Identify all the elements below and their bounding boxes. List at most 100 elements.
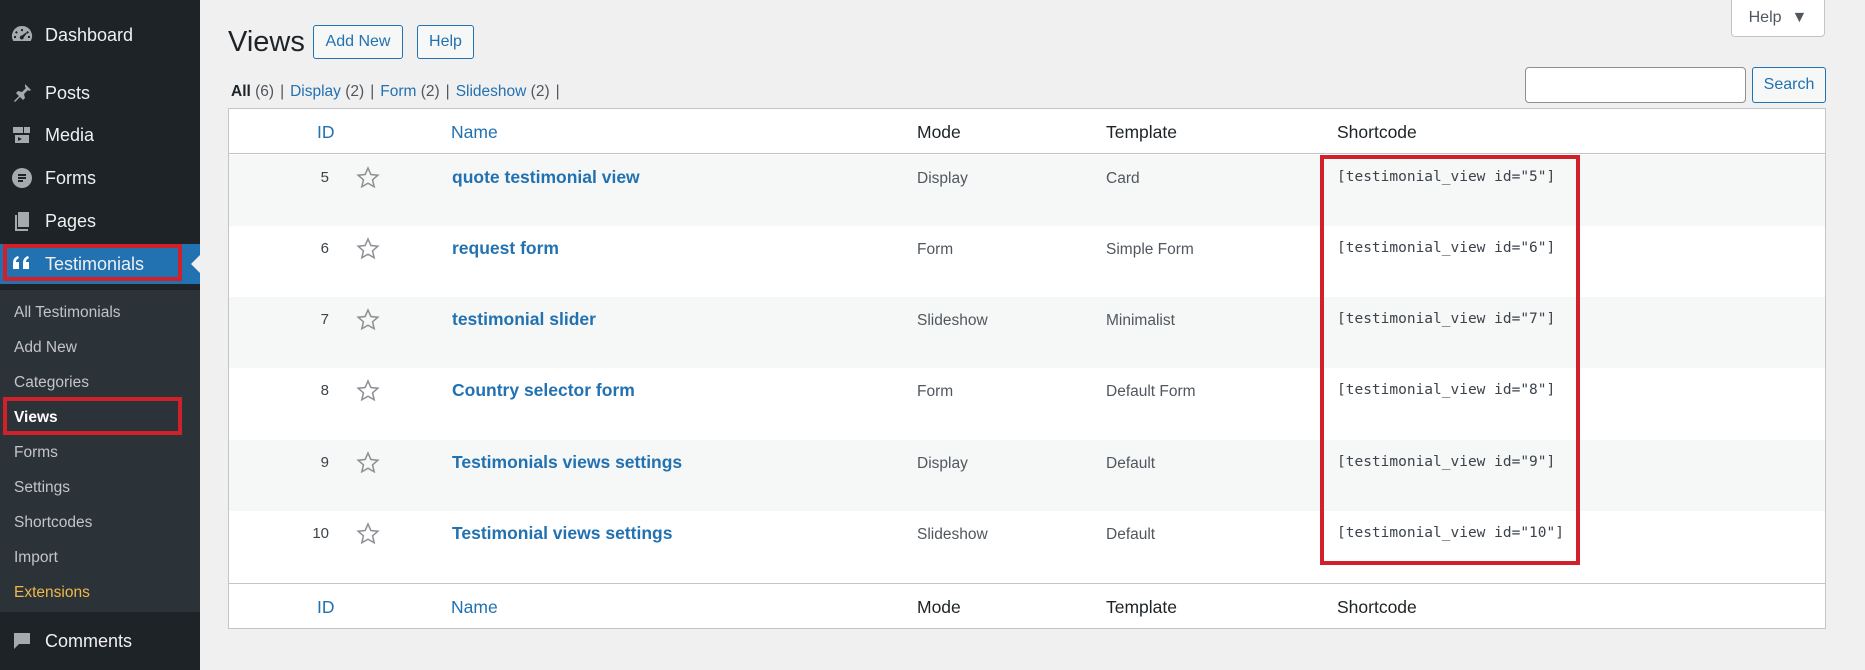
filter-form[interactable]: Form (2): [380, 83, 439, 100]
view-name-link[interactable]: Country selector form: [452, 380, 635, 401]
search-button[interactable]: Search: [1752, 67, 1826, 103]
help-tab-label: Help: [1748, 9, 1782, 26]
menu-posts[interactable]: Posts: [0, 73, 200, 113]
filter-display[interactable]: Display (2): [290, 83, 364, 100]
row-shortcode[interactable]: [testimonial_view id="6"]: [1337, 240, 1555, 256]
footer-column-id[interactable]: ID: [317, 597, 335, 618]
row-id: 5: [320, 169, 329, 186]
column-mode: Mode: [917, 122, 961, 142]
menu-media[interactable]: Media: [0, 115, 200, 155]
submenu-views[interactable]: Views: [14, 409, 58, 427]
table-row: 5 quote testimonial view Display Card [t…: [229, 155, 1825, 226]
filter-separator: |: [555, 83, 560, 100]
row-template: Default: [1106, 526, 1156, 543]
table-header: ID Name Mode Template Shortcode: [229, 109, 1825, 154]
menu-comments[interactable]: Comments: [0, 621, 200, 661]
footer-column-name[interactable]: Name: [451, 597, 498, 618]
help-button[interactable]: Help: [417, 25, 474, 59]
table-row: 9 Testimonials views settings Display De…: [229, 440, 1825, 511]
view-name-link[interactable]: Testimonials views settings: [452, 452, 682, 473]
submenu-add-new[interactable]: Add New: [14, 339, 77, 357]
star-icon[interactable]: [355, 165, 381, 191]
quote-icon: [10, 252, 34, 276]
help-tab[interactable]: Help ▼: [1731, 0, 1825, 37]
row-template: Simple Form: [1106, 241, 1194, 258]
menu-pages-label: Pages: [45, 210, 97, 231]
row-shortcode[interactable]: [testimonial_view id="5"]: [1337, 169, 1555, 185]
menu-forms[interactable]: Forms: [0, 158, 200, 198]
submenu-extensions[interactable]: Extensions: [14, 584, 90, 602]
menu-pages[interactable]: Pages: [0, 201, 200, 241]
submenu-forms[interactable]: Forms: [14, 444, 58, 462]
menu-forms-label: Forms: [45, 167, 96, 188]
row-template: Default: [1106, 455, 1156, 472]
view-name-link[interactable]: quote testimonial view: [452, 167, 640, 188]
row-shortcode[interactable]: [testimonial_view id="9"]: [1337, 454, 1555, 470]
footer-column-template: Template: [1106, 597, 1178, 617]
row-mode: Form: [917, 383, 954, 400]
menu-posts-label: Posts: [45, 82, 91, 103]
pages-icon: [10, 209, 34, 233]
row-id: 9: [320, 454, 329, 471]
column-id[interactable]: ID: [317, 122, 335, 143]
row-shortcode[interactable]: [testimonial_view id="10"]: [1337, 525, 1564, 541]
comment-icon: [10, 629, 34, 653]
row-shortcode[interactable]: [testimonial_view id="8"]: [1337, 382, 1555, 398]
view-name-link[interactable]: testimonial slider: [452, 309, 596, 330]
star-icon[interactable]: [355, 236, 381, 262]
forms-icon: [10, 166, 34, 190]
star-icon[interactable]: [355, 378, 381, 404]
submenu-settings[interactable]: Settings: [14, 479, 70, 497]
table-row: 6 request form Form Simple Form [testimo…: [229, 226, 1825, 297]
filter-all[interactable]: All (6): [231, 83, 274, 100]
table-row: 8 Country selector form Form Default For…: [229, 368, 1825, 439]
row-id: 7: [320, 311, 329, 328]
column-template: Template: [1106, 122, 1178, 142]
add-new-button[interactable]: Add New: [313, 25, 403, 59]
row-template: Minimalist: [1106, 312, 1175, 329]
menu-testimonials-label: Testimonials: [45, 253, 145, 274]
row-template: Card: [1106, 170, 1140, 187]
active-arrow: [191, 255, 200, 273]
filter-separator: |: [280, 83, 285, 100]
row-id: 6: [320, 240, 329, 257]
row-mode: Display: [917, 455, 968, 472]
menu-dashboard[interactable]: Dashboard: [0, 15, 200, 55]
filter-separator: |: [370, 83, 375, 100]
column-name[interactable]: Name: [451, 122, 498, 143]
search-input[interactable]: [1525, 67, 1746, 103]
caret-down-icon: ▼: [1791, 9, 1808, 26]
star-icon[interactable]: [355, 307, 381, 333]
row-mode: Slideshow: [917, 312, 988, 329]
media-icon: [10, 123, 34, 147]
star-icon[interactable]: [355, 450, 381, 476]
admin-sidebar: Dashboard Posts Media Forms Pages Testim…: [0, 0, 200, 670]
row-id: 8: [320, 382, 329, 399]
view-name-link[interactable]: Testimonial views settings: [452, 523, 672, 544]
table-row: 10 Testimonial views settings Slideshow …: [229, 511, 1825, 582]
row-id: 10: [312, 525, 329, 542]
view-name-link[interactable]: request form: [452, 238, 559, 259]
page-title: Views: [228, 26, 305, 58]
menu-media-label: Media: [45, 124, 95, 145]
pushpin-icon: [10, 81, 34, 105]
star-icon[interactable]: [355, 521, 381, 547]
filter-slideshow[interactable]: Slideshow (2): [456, 83, 550, 100]
view-filters: All (6) | Display (2) | Form (2) | Slideshow (…: [231, 83, 566, 101]
filter-separator: |: [445, 83, 450, 100]
column-shortcode: Shortcode: [1337, 122, 1417, 142]
views-table: ID Name Mode Template Shortcode 5 quote …: [228, 108, 1826, 629]
menu-testimonials[interactable]: Testimonials: [0, 244, 200, 284]
table-footer: ID Name Mode Template Shortcode: [229, 583, 1825, 628]
footer-column-shortcode: Shortcode: [1337, 597, 1417, 617]
submenu-shortcodes[interactable]: Shortcodes: [14, 514, 92, 532]
row-shortcode[interactable]: [testimonial_view id="7"]: [1337, 311, 1555, 327]
row-mode: Slideshow: [917, 526, 988, 543]
submenu-import[interactable]: Import: [14, 549, 58, 567]
row-mode: Display: [917, 170, 968, 187]
submenu-categories[interactable]: Categories: [14, 374, 89, 392]
menu-dashboard-label: Dashboard: [45, 24, 134, 45]
row-mode: Form: [917, 241, 954, 258]
submenu-all-testimonials[interactable]: All Testimonials: [14, 304, 121, 322]
testimonials-submenu: All Testimonials Add New Categories View…: [0, 290, 200, 612]
